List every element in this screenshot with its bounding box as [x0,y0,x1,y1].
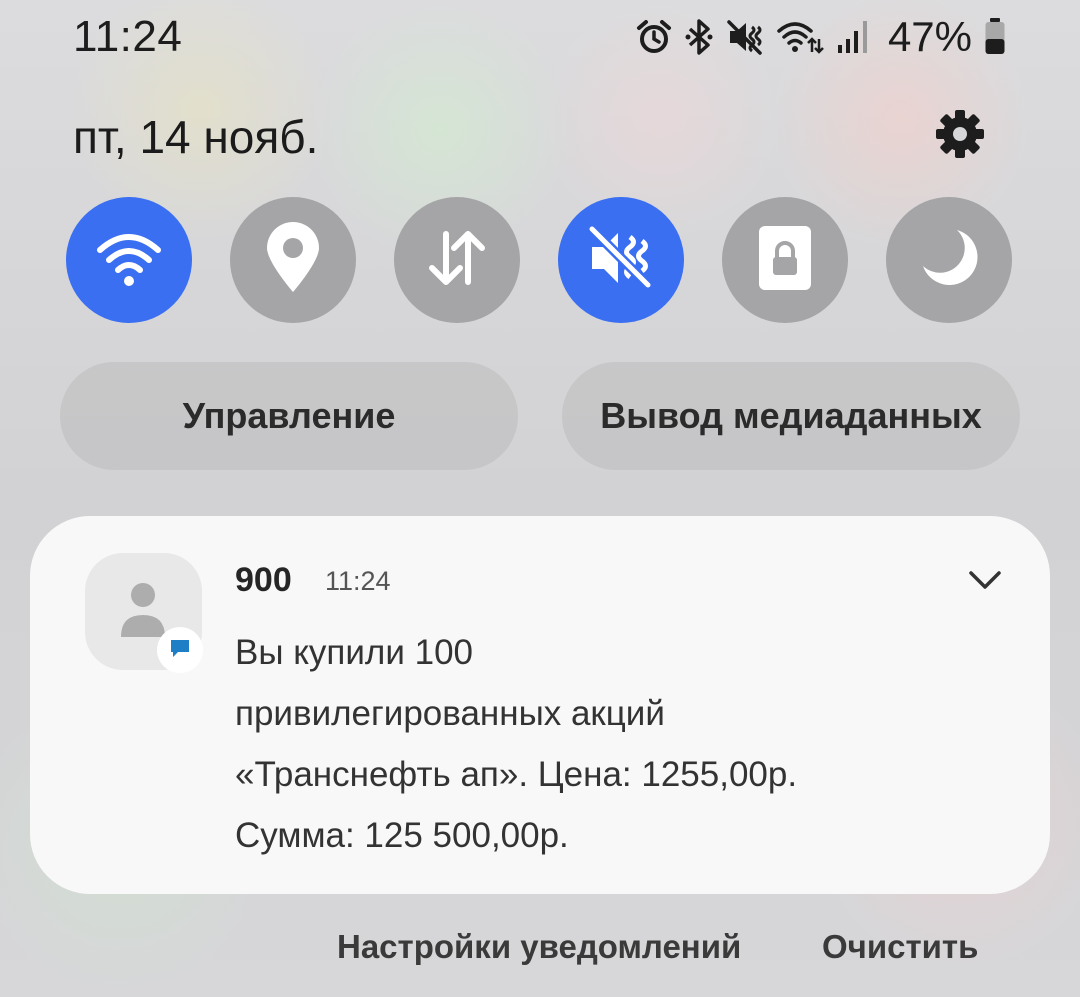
toggle-dark-mode[interactable] [886,197,1012,323]
message-line: «Транснефть ап». Цена: 1255,00р. [235,755,798,794]
cellular-signal-icon [836,19,872,55]
location-pin-icon [263,221,323,299]
wifi-icon [94,228,164,293]
alarm-icon [636,19,672,55]
vibrate-mute-icon [586,223,656,298]
settings-button[interactable] [928,104,992,168]
notification-settings-button[interactable]: Настройки уведомлений [337,928,741,966]
gear-icon [934,108,986,165]
chevron-down-icon [968,570,1002,595]
device-control-button[interactable]: Управление [60,362,518,470]
notification-sender: 900 [235,561,292,599]
message-line: привилегированных акций [235,694,665,733]
notification-card[interactable]: 900 11:24 Вы купили 100 привилегированны… [30,516,1050,894]
toggle-secure-folder[interactable] [722,197,848,323]
notification-message: Вы купили 100 привилегированных акций «Т… [235,622,995,866]
chat-bubble-icon [169,637,191,664]
clear-button[interactable]: Очистить [822,928,978,966]
battery-percent: 47% [887,13,972,60]
quick-toggles [66,197,1014,323]
wifi-data-icon [776,19,824,55]
moon-icon [917,226,981,295]
lock-icon [757,224,813,297]
data-arrows-icon [424,226,490,295]
bluetooth-icon [684,18,714,56]
notification-time: 11:24 [325,566,391,596]
message-line: Сумма: 125 500,00р. [235,816,569,855]
toggle-mobile-data[interactable] [394,197,520,323]
status-clock: 11:24 [73,12,183,61]
mute-icon [726,19,764,55]
message-line: Вы купили 100 [235,633,474,672]
messages-badge [157,627,203,673]
battery-icon [984,18,1006,56]
status-bar: 11:24 47% [0,0,1080,80]
media-output-button[interactable]: Вывод медиаданных [562,362,1020,470]
toggle-location[interactable] [230,197,356,323]
expand-button[interactable] [960,562,1010,602]
toggle-wifi[interactable] [66,197,192,323]
toggle-sound-mode[interactable] [558,197,684,323]
date-label: пт, 14 нояб. [73,111,319,163]
status-icons: 47% [636,12,1006,62]
